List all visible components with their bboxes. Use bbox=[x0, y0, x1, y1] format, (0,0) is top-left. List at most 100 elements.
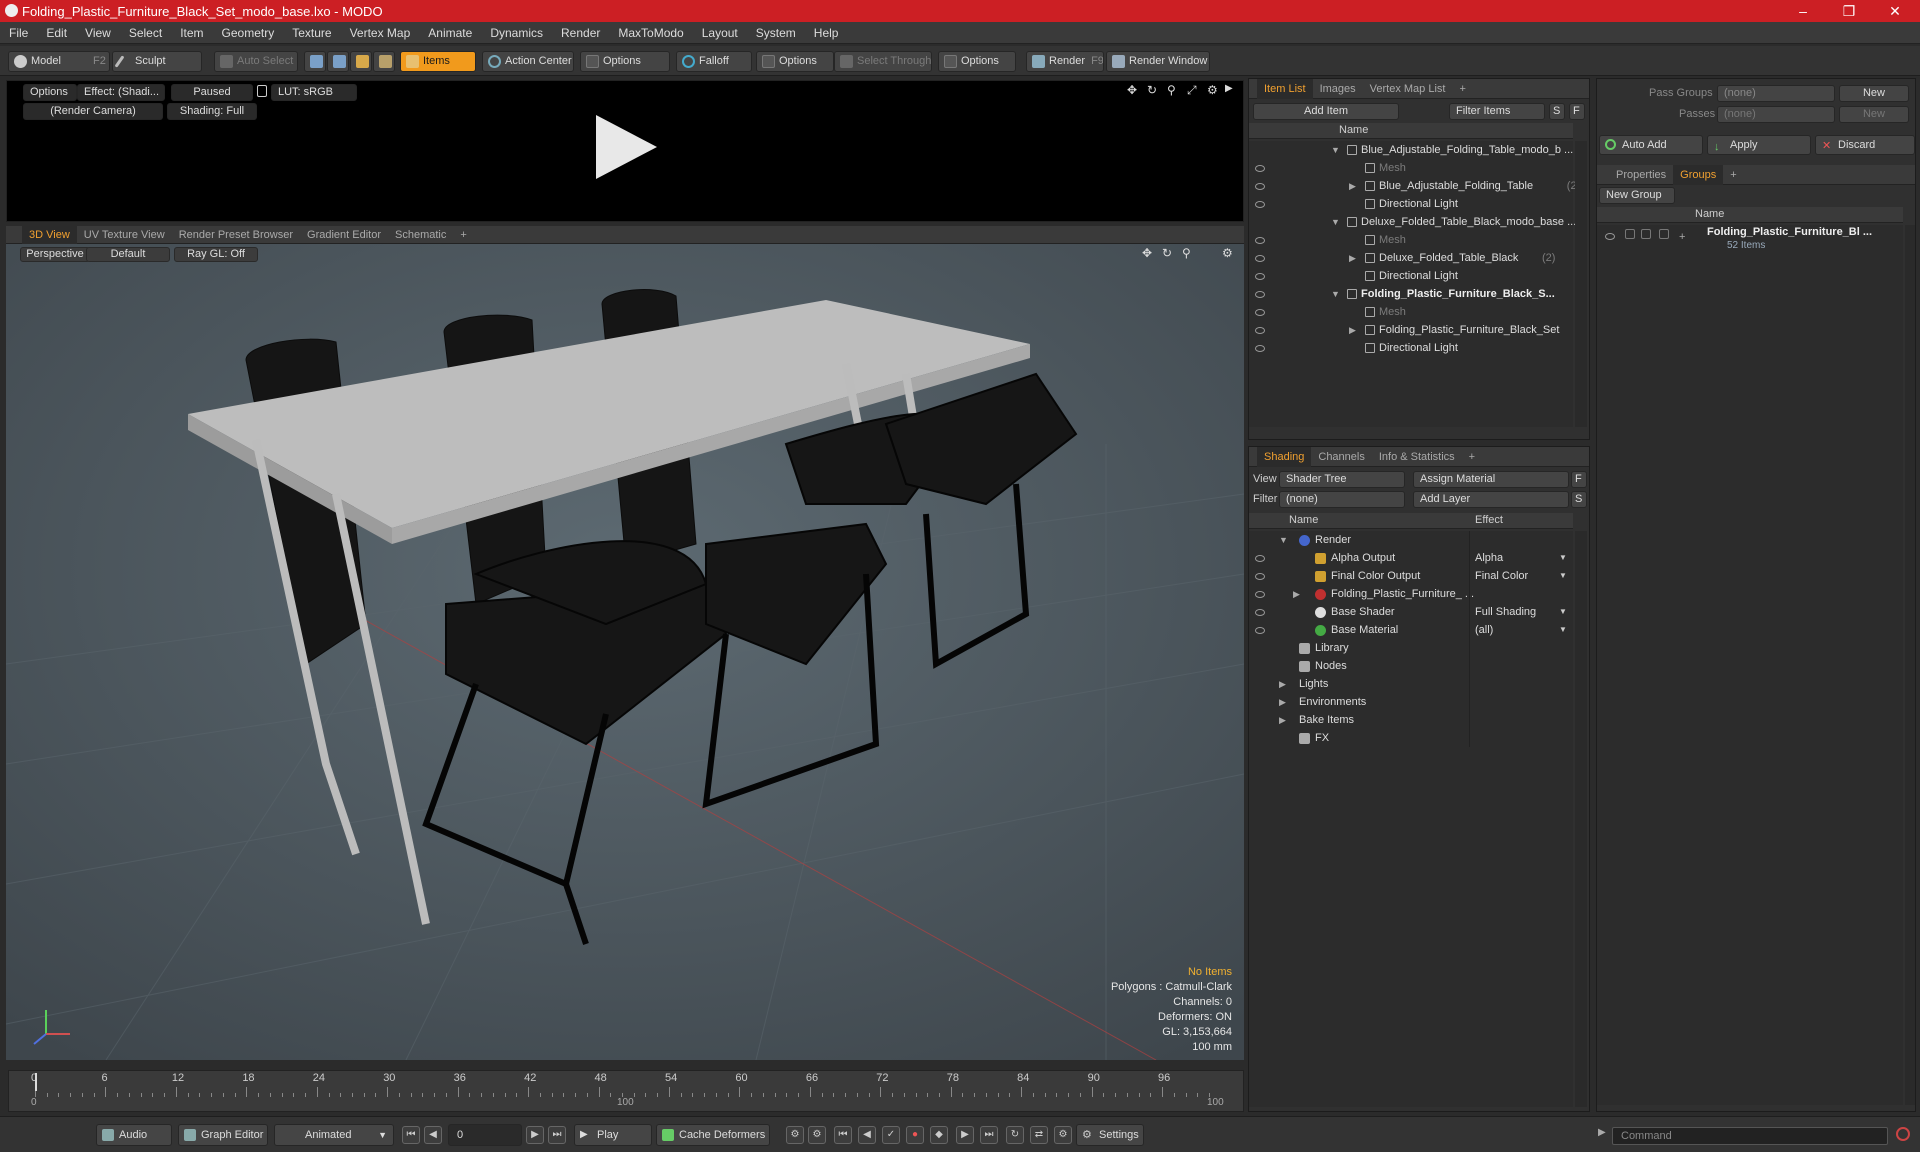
new-group-button[interactable]: New Group bbox=[1599, 187, 1675, 204]
shading-s-button[interactable]: S bbox=[1571, 491, 1587, 508]
items-mode-button[interactable]: Items bbox=[400, 51, 476, 72]
item-row[interactable]: ▼ Deluxe_Folded_Table_Black_modo_base ... bbox=[1249, 213, 1576, 231]
shader-row[interactable]: Alpha Output Alpha ▼ bbox=[1249, 549, 1573, 567]
menu-vertex-map[interactable]: Vertex Map bbox=[341, 26, 420, 40]
eye-icon[interactable] bbox=[1255, 327, 1265, 334]
tab-shading[interactable]: Shading bbox=[1257, 446, 1312, 467]
settings-button[interactable]: ⚙ Settings bbox=[1076, 1124, 1144, 1146]
select-toggle[interactable] bbox=[1641, 229, 1651, 239]
ray-gl-toggle[interactable]: Ray GL: Off bbox=[174, 247, 258, 262]
command-input[interactable]: Command bbox=[1612, 1127, 1888, 1145]
set-key-icon[interactable]: ◆ bbox=[930, 1126, 948, 1144]
tab-channels[interactable]: Channels bbox=[1311, 447, 1371, 467]
eye-icon[interactable] bbox=[1255, 273, 1265, 280]
menu-animate[interactable]: Animate bbox=[419, 26, 481, 40]
collapse-arrow-icon[interactable]: ▼ bbox=[1331, 141, 1340, 159]
tab-3d-view[interactable]: 3D View bbox=[22, 224, 77, 245]
playhead[interactable] bbox=[35, 1073, 37, 1091]
menu-view[interactable]: View bbox=[76, 26, 120, 40]
eye-icon[interactable] bbox=[1255, 627, 1265, 634]
auto-key-icon[interactable]: ✓ bbox=[882, 1126, 900, 1144]
menu-item[interactable]: Item bbox=[171, 26, 212, 40]
eye-icon[interactable] bbox=[1255, 573, 1265, 580]
render-toggle[interactable] bbox=[1659, 229, 1669, 239]
effect-dropdown[interactable]: Alpha bbox=[1475, 549, 1503, 567]
eye-icon[interactable] bbox=[1255, 237, 1265, 244]
prev-key-icon[interactable]: ◀ bbox=[424, 1126, 442, 1144]
3d-viewport[interactable]: Perspective Default Ray GL: Off ✥ ↻ ⚲ ⚙ … bbox=[6, 244, 1244, 1060]
graph-editor-button[interactable]: Graph Editor bbox=[178, 1124, 268, 1146]
item-row[interactable]: ▶Folding_Plastic_Furniture_Black_Set(2) bbox=[1249, 321, 1617, 339]
render-window-button[interactable]: Render Window bbox=[1106, 51, 1210, 72]
expand-plus-icon[interactable]: + bbox=[1679, 231, 1685, 243]
minimize-icon[interactable]: – bbox=[1780, 0, 1826, 22]
menu-file[interactable]: File bbox=[0, 26, 37, 40]
item-row[interactable]: Mesh bbox=[1249, 303, 1573, 321]
tab-properties[interactable]: Properties bbox=[1609, 165, 1673, 185]
shading-style-dropdown[interactable]: Default bbox=[86, 247, 170, 262]
menu-select[interactable]: Select bbox=[120, 26, 171, 40]
menu-layout[interactable]: Layout bbox=[693, 26, 747, 40]
play-icon[interactable] bbox=[591, 111, 661, 183]
refresh-icon[interactable]: ↻ bbox=[1147, 83, 1157, 97]
menu-edit[interactable]: Edit bbox=[37, 26, 76, 40]
passes-dropdown[interactable]: (none) bbox=[1717, 106, 1835, 123]
key-filter-icon[interactable]: ⚙ bbox=[808, 1126, 826, 1144]
move-icon[interactable]: ✥ bbox=[1127, 83, 1137, 97]
maximize-icon[interactable]: ⤢ bbox=[1187, 83, 1197, 98]
shader-row[interactable]: FX bbox=[1249, 729, 1573, 747]
item-row[interactable]: Directional Light bbox=[1249, 267, 1573, 285]
auto-select-button[interactable]: Auto Select bbox=[214, 51, 298, 72]
add-layer-dropdown[interactable]: Add Layer bbox=[1413, 491, 1569, 508]
eye-icon[interactable] bbox=[1255, 201, 1265, 208]
expand-arrow-icon[interactable]: ▶ bbox=[1279, 675, 1286, 693]
sync-icon[interactable]: ⇄ bbox=[1030, 1126, 1048, 1144]
timeline[interactable]: 06121824303642485460667278849096 0 100 1… bbox=[8, 1070, 1244, 1112]
eye-icon[interactable] bbox=[1255, 165, 1265, 172]
expand-arrow-icon[interactable]: ▶ bbox=[1293, 585, 1300, 603]
viewport-gear-icon[interactable]: ⚙ bbox=[1222, 246, 1233, 260]
frame-input[interactable]: 0 bbox=[448, 1124, 522, 1146]
eye-icon[interactable] bbox=[1255, 255, 1265, 262]
tab-item-list[interactable]: Item List bbox=[1257, 78, 1313, 99]
menu-help[interactable]: Help bbox=[805, 26, 848, 40]
menu-texture[interactable]: Texture bbox=[283, 26, 340, 40]
view-dropdown[interactable]: Shader Tree bbox=[1279, 471, 1405, 488]
tab-vertex-map-list[interactable]: Vertex Map List bbox=[1363, 79, 1453, 99]
filter-s-button[interactable]: S bbox=[1549, 103, 1565, 120]
menu-render[interactable]: Render bbox=[552, 26, 609, 40]
shader-row[interactable]: ▶ Environments bbox=[1249, 693, 1573, 711]
filter-items-input[interactable]: Filter Items bbox=[1449, 103, 1545, 120]
select-through-options-button[interactable]: Options bbox=[938, 51, 1016, 72]
item-row[interactable]: Mesh bbox=[1249, 159, 1573, 177]
shader-row[interactable]: Base Material (all) ▼ bbox=[1249, 621, 1573, 639]
lock-icon[interactable] bbox=[257, 85, 267, 97]
effect-dropdown[interactable]: (all) bbox=[1475, 621, 1493, 639]
falloff-options-button[interactable]: Options bbox=[756, 51, 834, 72]
eye-icon[interactable] bbox=[1255, 309, 1265, 316]
play-button[interactable]: ▶ Play bbox=[574, 1124, 652, 1146]
filter-dropdown[interactable]: (none) bbox=[1279, 491, 1405, 508]
shader-row[interactable]: Library bbox=[1249, 639, 1573, 657]
audio-button[interactable]: Audio bbox=[96, 1124, 172, 1146]
restore-icon[interactable]: ❐ bbox=[1826, 0, 1872, 22]
auto-add-button[interactable]: Auto Add bbox=[1599, 135, 1703, 155]
cache-deformers-button[interactable]: Cache Deformers bbox=[656, 1124, 770, 1146]
gear-icon[interactable]: ⚙ bbox=[1207, 83, 1218, 97]
chevron-down-icon[interactable]: ▼ bbox=[1559, 567, 1567, 585]
apply-button[interactable]: ↓ Apply bbox=[1707, 135, 1811, 155]
pass-groups-dropdown[interactable]: (none) bbox=[1717, 85, 1835, 102]
key-icon[interactable]: ⚙ bbox=[786, 1126, 804, 1144]
record-icon[interactable]: ● bbox=[906, 1126, 924, 1144]
add-tab-icon[interactable]: + bbox=[1452, 79, 1472, 99]
item-row[interactable]: ▶ Deluxe_Folded_Table_Black (2) bbox=[1249, 249, 1573, 267]
polygons-mode-button[interactable] bbox=[350, 51, 372, 72]
tab-info-statistics[interactable]: Info & Statistics bbox=[1372, 447, 1462, 467]
item-row[interactable]: ▶ Blue_Adjustable_Folding_Table (2) bbox=[1249, 177, 1580, 195]
eye-icon[interactable] bbox=[1605, 233, 1615, 240]
lock-icon[interactable] bbox=[1625, 229, 1635, 239]
tab-render-preset-browser[interactable]: Render Preset Browser bbox=[172, 225, 300, 245]
animated-dropdown[interactable]: Animated ▼ bbox=[274, 1124, 394, 1146]
add-tab-icon[interactable]: + bbox=[453, 225, 473, 245]
command-chevron-icon[interactable]: ▶ bbox=[1598, 1127, 1606, 1138]
